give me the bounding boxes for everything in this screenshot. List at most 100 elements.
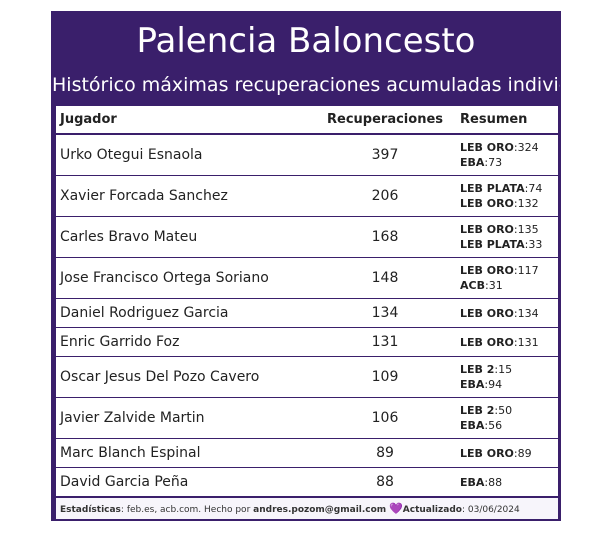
league-value: 56 — [488, 419, 503, 432]
summary-cell: LEB ORO:89 — [454, 446, 558, 461]
table-row: Jose Francisco Ortega Soriano 148 LEB ORO:… — [56, 258, 558, 299]
league-value: 88 — [488, 475, 503, 489]
league-name: LEB ORO — [460, 446, 514, 460]
league-value: 74 — [528, 182, 543, 195]
league-value: 131 — [517, 335, 539, 349]
league-value: 50 — [498, 404, 513, 417]
league-value: 117 — [517, 264, 539, 277]
stats-card: Palencia Baloncesto Histórico máximas re… — [51, 11, 561, 521]
league-name: LEB 2 — [460, 363, 495, 376]
table-row: Marc Blanch Espinal 89 LEB ORO:89 — [56, 439, 558, 468]
footer-updated-text: : 03/06/2024 — [461, 505, 520, 515]
league-value: 324 — [517, 141, 539, 154]
recoveries-value: 168 — [371, 229, 399, 245]
league-name: LEB ORO — [460, 141, 514, 154]
table-row: Javier Zalvide Martin 106 LEB 2:50 EBA:56 — [56, 398, 558, 439]
recoveries-value: 89 — [376, 445, 394, 461]
recoveries-value: 88 — [376, 474, 394, 490]
summary-cell: LEB ORO:135 LEB PLATA:33 — [454, 222, 558, 252]
summary-cell: LEB ORO:134 — [454, 306, 558, 321]
page-title: Palencia Baloncesto — [136, 21, 476, 61]
summary-cell: LEB 2:50 EBA:56 — [454, 403, 558, 433]
league-value: 31 — [488, 279, 503, 292]
summary-line: LEB ORO:134 — [460, 306, 558, 321]
summary-line: LEB ORO:117 — [460, 263, 558, 278]
footer-author: andres.pozom@gmail.com — [253, 505, 387, 515]
summary-cell: LEB ORO:117 ACB:31 — [454, 263, 558, 293]
league-name: EBA — [460, 378, 485, 391]
table-row: Urko Otegui Esnaola 397 LEB ORO:324 EBA:73 — [56, 135, 558, 176]
league-name: LEB 2 — [460, 404, 495, 417]
table-row: Xavier Forcada Sanchez 206 LEB PLATA:74 LEB… — [56, 176, 558, 217]
league-name: LEB ORO — [460, 264, 514, 277]
summary-line: LEB PLATA:33 — [460, 237, 558, 252]
summary-line: LEB ORO:89 — [460, 446, 558, 461]
summary-line: LEB ORO:324 — [460, 140, 558, 155]
league-value: 134 — [517, 306, 539, 320]
player-name: Oscar Jesus Del Pozo Cavero — [60, 369, 260, 385]
header-summary: Resumen — [460, 112, 528, 127]
league-name: LEB ORO — [460, 197, 514, 210]
summary-line: LEB ORO:132 — [460, 196, 558, 211]
league-value: 135 — [517, 223, 539, 236]
league-value: 132 — [517, 197, 539, 210]
recoveries-value: 206 — [371, 188, 399, 204]
summary-line: EBA:73 — [460, 155, 558, 170]
league-value: 94 — [488, 378, 503, 391]
league-value: 15 — [498, 363, 513, 376]
league-name: ACB — [460, 279, 485, 292]
header-value: Recuperaciones — [327, 112, 443, 127]
recoveries-value: 109 — [371, 369, 399, 385]
league-value: 89 — [517, 446, 532, 460]
table-row: Enric Garrido Foz 131 LEB ORO:131 — [56, 328, 558, 357]
heart-icon: 💜 — [389, 502, 403, 515]
league-name: EBA — [460, 156, 485, 169]
table-row: Oscar Jesus Del Pozo Cavero 109 LEB 2:15 EB… — [56, 357, 558, 398]
summary-cell: EBA:88 — [454, 475, 558, 490]
summary-line: ACB:31 — [460, 278, 558, 293]
summary-line: LEB ORO:131 — [460, 335, 558, 350]
player-name: Jose Francisco Ortega Soriano — [60, 270, 269, 286]
summary-cell: LEB ORO:324 EBA:73 — [454, 140, 558, 170]
player-name: Marc Blanch Espinal — [60, 445, 201, 461]
footer-stats-label: Estadísticas — [60, 505, 121, 515]
table-body: Urko Otegui Esnaola 397 LEB ORO:324 EBA:73 X… — [56, 135, 558, 497]
footer-updated-label: Actualizado — [402, 505, 462, 515]
player-name: Enric Garrido Foz — [60, 334, 180, 350]
recoveries-value: 148 — [371, 270, 399, 286]
recoveries-value: 106 — [371, 410, 399, 426]
league-name: LEB ORO — [460, 306, 514, 320]
footer: Estadísticas: feb.es, acb.com. Hecho por… — [56, 498, 558, 519]
player-name: Carles Bravo Mateu — [60, 229, 198, 245]
summary-cell: LEB 2:15 EBA:94 — [454, 362, 558, 392]
stats-table: Jugador Recuperaciones Resumen Urko Oteg… — [56, 106, 558, 497]
summary-line: EBA:88 — [460, 475, 558, 490]
summary-line: EBA:56 — [460, 418, 558, 433]
player-name: Xavier Forcada Sanchez — [60, 188, 228, 204]
league-value: 33 — [528, 238, 543, 251]
recoveries-value: 397 — [371, 147, 399, 163]
summary-line: EBA:94 — [460, 377, 558, 392]
footer-stats-text: : feb.es, acb.com. Hecho por — [120, 505, 254, 515]
league-name: EBA — [460, 475, 485, 489]
table-row: Daniel Rodriguez Garcia 134 LEB ORO:134 — [56, 299, 558, 328]
summary-cell: LEB ORO:131 — [454, 335, 558, 350]
recoveries-value: 134 — [371, 305, 399, 321]
player-name: Urko Otegui Esnaola — [60, 147, 203, 163]
league-name: LEB PLATA — [460, 182, 525, 195]
summary-line: LEB ORO:135 — [460, 222, 558, 237]
player-name: Javier Zalvide Martin — [60, 410, 205, 426]
table-row: David Garcia Peña 88 EBA:88 — [56, 468, 558, 497]
table-row: Carles Bravo Mateu 168 LEB ORO:135 LEB PLAT… — [56, 217, 558, 258]
league-name: LEB PLATA — [460, 238, 525, 251]
league-name: EBA — [460, 419, 485, 432]
league-value: 73 — [488, 156, 503, 169]
summary-line: LEB 2:50 — [460, 403, 558, 418]
summary-cell: LEB PLATA:74 LEB ORO:132 — [454, 181, 558, 211]
page-subtitle: Histórico máximas recuperaciones acumula… — [52, 74, 561, 96]
table-header: Jugador Recuperaciones Resumen — [56, 106, 558, 135]
league-name: LEB ORO — [460, 335, 514, 349]
player-name: Daniel Rodriguez Garcia — [60, 305, 229, 321]
summary-line: LEB 2:15 — [460, 362, 558, 377]
header-player: Jugador — [60, 112, 117, 127]
